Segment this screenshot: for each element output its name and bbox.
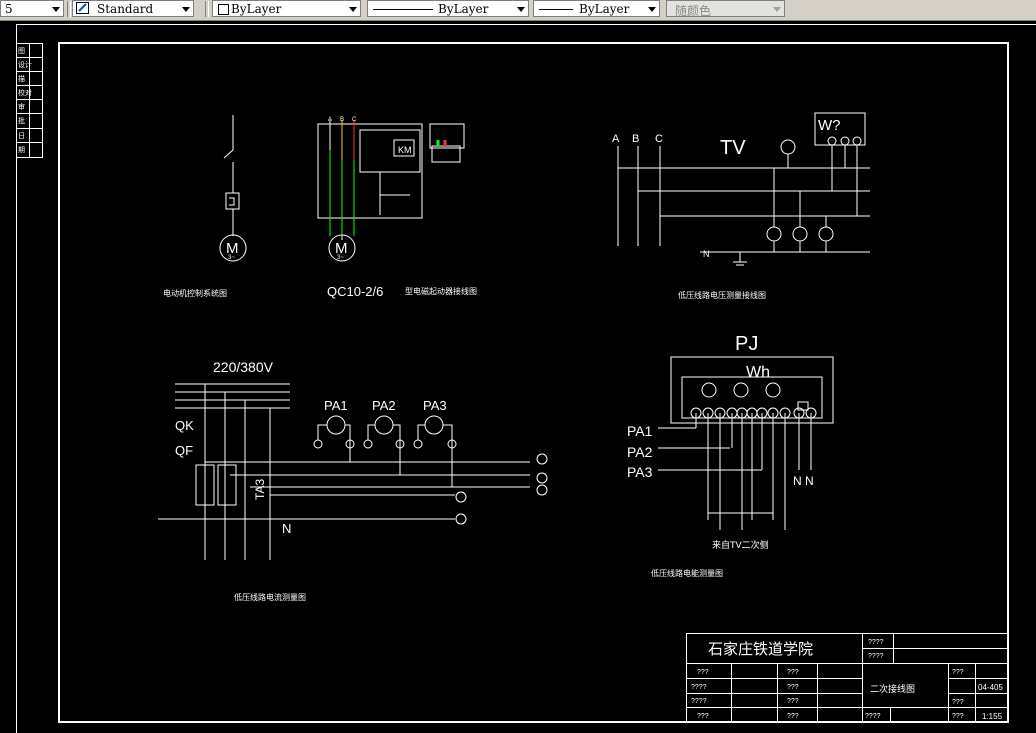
tb-cell: ??? [952,713,964,720]
linetype-dropdown[interactable]: ByLayer [367,0,529,17]
wh-label: Wh [746,364,770,381]
tb-cell: ??? [787,698,799,705]
qf-label: QF [175,443,193,458]
side-row-7: 日 [18,132,25,140]
motor-system-caption: 电动机控制系统图 [163,288,227,298]
tb-cell: ??? [787,684,799,691]
energy-terminals [690,407,817,419]
side-row-8: 期 [18,146,25,154]
side-row-3: 描 [18,74,25,83]
nn-label: N N [793,474,814,488]
pj-label: PJ [735,333,758,355]
phase-a-label: A [612,133,620,145]
current-diagram [158,383,548,560]
km-label: KM [398,145,412,155]
qc-title: QC10-2/6 [327,284,383,299]
plot-style-dropdown: 随颜色 [666,0,785,18]
energy-pa1: PA1 [627,423,653,439]
tb-cell: ??? [787,713,799,720]
layer-dropdown[interactable]: 5 [0,0,64,17]
side-row-6: 批 [18,116,25,125]
side-row-2: 设计 [18,60,32,69]
toolbar-separator [205,1,209,17]
pa1-label: PA1 [324,398,348,413]
tv-label: TV [720,137,746,159]
school-name: 石家庄铁道学院 [708,640,813,658]
chevron-down-icon [517,7,525,12]
outer-frame [16,24,1036,733]
lineweight-value: ByLayer [579,2,630,16]
chevron-down-icon [648,7,656,12]
chevron-down-icon [182,7,190,12]
pa3-label: PA3 [423,398,447,413]
energy-pa2: PA2 [627,444,653,460]
properties-toolbar: 5 Standard ByLayer ByLayer ByLayer 随颜色 [0,0,1036,21]
voltage-220-label: 220/380V [213,359,274,375]
qc-motor-phase: 3~ [337,255,344,261]
current-n-label: N [282,521,291,536]
color-swatch-icon [218,4,229,15]
text-style-icon [76,2,89,14]
tb-cell: ???? [691,684,707,691]
tb-cell: ???? [691,698,707,705]
energy-pa3: PA3 [627,464,653,480]
from-tv-caption: 来自TV二次侧 [712,539,769,551]
side-row-5: 审 [18,102,25,111]
tb-cell: ??? [787,669,799,676]
plot-style-value: 随颜色 [675,4,712,18]
drawing-scale: 1:155 [982,712,1003,721]
w-label: W? [818,117,841,134]
linetype-value: ByLayer [438,2,489,16]
current-caption: 低压线路电流测量图 [234,592,306,602]
lineweight-dropdown[interactable]: ByLayer [533,0,660,17]
pa2-label: PA2 [372,398,396,413]
qc-phase-b: B [340,117,344,123]
voltage-caption: 低压线路电压测量接线图 [678,290,766,300]
phase-b-label: B [632,133,639,145]
line-sample-icon [539,9,573,10]
line-sample-icon [373,9,433,10]
layer-value: 5 [5,2,13,16]
tb-cell: ??? [952,699,964,706]
tb-cell: ??? [697,669,709,676]
color-value: ByLayer [231,2,282,16]
motor-phase: 3~ [228,255,235,261]
voltage-n-label: N [703,249,710,259]
energy-diagram [658,356,834,530]
qc-phase-a: A [328,117,332,123]
inner-frame [58,42,1009,723]
energy-caption: 低压线路电能测量图 [651,568,723,578]
drawing-canvas[interactable]: 图 设计 描 校对 审 批 日 期 M 3~ 电动机控制系统图 KM A B C… [0,21,1036,733]
ta3-label: TA3 [253,479,267,500]
tb-cell: ??? [697,713,709,720]
tb-cell: ???? [868,653,884,660]
qc-phase-c: C [352,117,357,123]
drawing-number: 04-405 [978,683,1003,692]
tb-cell: ???? [865,713,881,720]
side-row-1: 图 [18,47,25,55]
qc-caption: 型电磁起动器接线图 [405,286,477,296]
chevron-down-icon [52,7,60,12]
drawing-name: 二次接线图 [870,683,915,695]
tb-cell: ???? [868,639,884,646]
color-dropdown[interactable]: ByLayer [212,0,361,17]
toolbar-separator [67,1,71,17]
qk-label: QK [175,418,194,433]
side-row-4: 校对 [18,88,32,97]
text-style-dropdown[interactable]: Standard [72,0,194,17]
chevron-down-icon [349,7,357,12]
phase-c-label: C [655,133,663,145]
tb-cell: ??? [952,669,964,676]
chevron-down-icon [773,7,781,12]
text-style-value: Standard [97,2,154,16]
